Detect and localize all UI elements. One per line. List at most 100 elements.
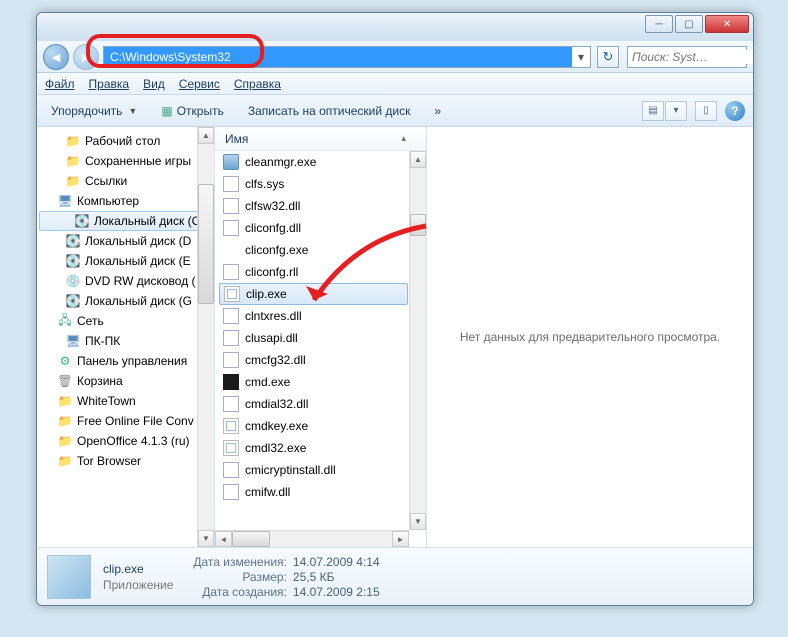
scroll-down-icon[interactable]: ▼ <box>198 530 214 547</box>
file-name: clusapi.dll <box>245 331 298 345</box>
view-mode-button[interactable]: ▤ <box>642 101 664 121</box>
comp-icon: 🖥 <box>57 193 73 209</box>
address-dropdown-icon[interactable]: ▾ <box>572 50 590 64</box>
file-row[interactable]: cmdkey.exe <box>215 415 426 437</box>
file-icon <box>223 330 239 346</box>
maximize-button[interactable]: ▢ <box>675 15 703 33</box>
help-button[interactable]: ? <box>725 101 745 121</box>
file-row[interactable]: cmdial32.dll <box>215 393 426 415</box>
fold-icon: 📁 <box>65 153 81 169</box>
file-row[interactable]: clip.exe <box>219 283 408 305</box>
tree-item[interactable]: 📁Ссылки <box>37 171 214 191</box>
tree-item[interactable]: 🖥ПК-ПК <box>37 331 214 351</box>
tree-item-label: Tor Browser <box>77 454 141 468</box>
tree-item[interactable]: 💽Локальный диск (G <box>37 291 214 311</box>
open-button[interactable]: ▦Открыть <box>155 102 229 120</box>
menu-view[interactable]: Вид <box>143 77 165 91</box>
file-row[interactable]: clfsw32.dll <box>215 195 426 217</box>
scroll-right-icon[interactable]: ► <box>392 531 409 547</box>
menu-edit[interactable]: Правка <box>89 77 130 91</box>
file-icon <box>223 374 239 390</box>
tree-item[interactable]: 📁WhiteTown <box>37 391 214 411</box>
tree-item[interactable]: 🖧Сеть <box>37 311 214 331</box>
tree-item[interactable]: 🗑Корзина <box>37 371 214 391</box>
file-row[interactable]: cleanmgr.exe <box>215 151 426 173</box>
scroll-thumb[interactable] <box>232 531 270 547</box>
file-row[interactable]: clntxres.dll <box>215 305 426 327</box>
tree-item[interactable]: 📁Tor Browser <box>37 451 214 471</box>
details-size-value: 25,5 КБ <box>293 570 380 584</box>
file-name: cliconfg.rll <box>245 265 298 279</box>
menu-tools[interactable]: Сервис <box>179 77 220 91</box>
drv-icon: 💽 <box>65 253 81 269</box>
file-icon <box>223 484 239 500</box>
file-row[interactable]: cmicryptinstall.dll <box>215 459 426 481</box>
file-row[interactable]: cliconfg.dll <box>215 217 426 239</box>
view-mode-dropdown[interactable]: ▾ <box>665 101 687 121</box>
file-list[interactable]: cleanmgr.execlfs.sysclfsw32.dll cliconfg.… <box>215 151 426 547</box>
file-icon <box>223 198 239 214</box>
file-row[interactable]: cmifw.dll <box>215 481 426 503</box>
drv-icon: 💽 <box>65 293 81 309</box>
file-horizontal-scrollbar[interactable]: ◄ ► <box>215 530 409 547</box>
tree-item[interactable]: 📁Free Online File Conv <box>37 411 214 431</box>
search-box[interactable]: 🔍 <box>627 46 747 68</box>
minimize-button[interactable]: ─ <box>645 15 673 33</box>
file-row[interactable]: cliconfg.exe <box>215 239 426 261</box>
more-commands[interactable]: » <box>428 102 447 120</box>
file-name: cmcfg32.dll <box>245 353 306 367</box>
tree-item[interactable]: 📁OpenOffice 4.1.3 (ru) <box>37 431 214 451</box>
preview-pane-button[interactable]: ▯ <box>695 101 717 121</box>
burn-button[interactable]: Записать на оптический диск <box>242 102 417 120</box>
file-name: cliconfg.dll <box>245 221 301 235</box>
tree-item[interactable]: 📁Рабочий стол <box>37 131 214 151</box>
tree-item[interactable]: 💽Локальный диск (D <box>37 231 214 251</box>
file-row[interactable]: cliconfg.rll <box>215 261 426 283</box>
back-button[interactable]: ◄ <box>43 44 69 70</box>
organize-button[interactable]: Упорядочить▼ <box>45 102 143 120</box>
file-icon <box>223 396 239 412</box>
scroll-up-icon[interactable]: ▲ <box>410 151 426 168</box>
scroll-thumb[interactable] <box>410 214 426 236</box>
menu-help[interactable]: Справка <box>234 77 281 91</box>
tree-item[interactable]: 🖥Компьютер <box>37 191 214 211</box>
explorer-window: ─ ▢ ✕ ◄ ► ▾ ↻ 🔍 Файл Правка Вид Сервис С… <box>36 12 754 606</box>
tree-item-label: Сеть <box>77 314 104 328</box>
tree-item-label: Сохраненные игры <box>85 154 191 168</box>
address-input[interactable] <box>104 47 572 67</box>
file-name: cmdl32.exe <box>245 441 306 455</box>
menu-file[interactable]: Файл <box>45 77 75 91</box>
tree-item[interactable]: 💽Локальный диск (E <box>37 251 214 271</box>
tree-item-label: Панель управления <box>77 354 187 368</box>
scroll-down-icon[interactable]: ▼ <box>410 513 426 530</box>
tree-item[interactable]: 📁 Сохраненные игры <box>37 151 214 171</box>
details-filename: clip.exe <box>103 562 173 576</box>
scroll-up-icon[interactable]: ▲ <box>198 127 214 144</box>
tree-item-label: Корзина <box>77 374 123 388</box>
fold-icon: 📁 <box>57 393 73 409</box>
tree-item[interactable]: ⚙Панель управления <box>37 351 214 371</box>
file-icon <box>223 462 239 478</box>
scroll-left-icon[interactable]: ◄ <box>215 531 232 547</box>
tree-item[interactable]: 💿DVD RW дисковод ( <box>37 271 214 291</box>
close-button[interactable]: ✕ <box>705 15 749 33</box>
scroll-thumb[interactable] <box>198 184 214 304</box>
file-name: cmdkey.exe <box>245 419 308 433</box>
tree-item[interactable]: 💽Локальный диск (C <box>39 211 212 231</box>
column-header-name[interactable]: Имя▴ <box>215 127 426 151</box>
explorer-body: 📁Рабочий стол📁Сохраненные игры📁Ссылки🖥Ко… <box>37 127 753 547</box>
file-row[interactable]: cmdl32.exe <box>215 437 426 459</box>
details-thumbnail <box>47 555 91 599</box>
file-row[interactable]: cmd.exe <box>215 371 426 393</box>
file-row[interactable]: cmcfg32.dll <box>215 349 426 371</box>
navigation-tree[interactable]: 📁Рабочий стол📁Сохраненные игры📁Ссылки🖥Ко… <box>37 127 215 547</box>
file-row[interactable]: clfs.sys <box>215 173 426 195</box>
address-bar[interactable]: ▾ <box>103 46 591 68</box>
file-row[interactable]: clusapi.dll <box>215 327 426 349</box>
tree-scrollbar[interactable]: ▲▼ <box>197 127 214 547</box>
file-vertical-scrollbar[interactable]: ▲ ▼ <box>409 151 426 530</box>
refresh-button[interactable]: ↻ <box>597 46 619 68</box>
details-modified-label: Дата изменения: <box>193 555 287 569</box>
forward-button[interactable]: ► <box>73 44 99 70</box>
search-input[interactable] <box>628 50 754 64</box>
